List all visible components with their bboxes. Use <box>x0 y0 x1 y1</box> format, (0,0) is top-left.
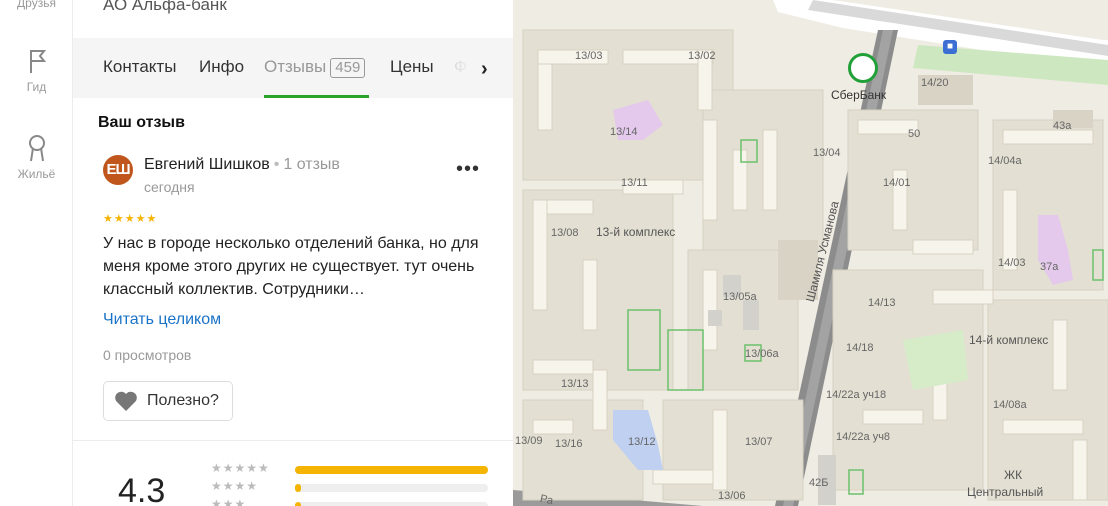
avatar[interactable]: ЕШ <box>103 155 133 185</box>
distribution-stars: ★★★ <box>211 497 247 506</box>
key-icon <box>28 135 45 162</box>
rating-distribution-row: ★★★ <box>211 497 501 506</box>
org-name: АО Альфа-банк <box>103 0 227 14</box>
map-label: 14/03 <box>998 257 1026 269</box>
map-label: 13/06 <box>718 490 746 502</box>
rating-distribution-row: ★★★★ <box>211 479 501 495</box>
map-label: 13/11 <box>621 177 648 189</box>
distribution-bar-fill <box>295 484 301 492</box>
map-label: 13/16 <box>555 438 583 450</box>
rail-item-guide[interactable]: Гид <box>0 46 73 94</box>
sberbank-logo-icon[interactable] <box>848 53 878 83</box>
distribution-bar <box>295 502 488 506</box>
read-full-link[interactable]: Читать целиком <box>103 311 221 329</box>
rail-item-friends[interactable]: Друзья <box>0 0 73 10</box>
map-label: Ра <box>538 492 555 506</box>
rating-score: 4.3 <box>118 472 166 506</box>
map-label: 13/13 <box>561 378 589 390</box>
map-label: 14/13 <box>868 297 896 309</box>
distribution-stars: ★★★★ <box>211 479 259 493</box>
org-panel: АО Альфа-банк Контакты Инфо Отзывы 459 Це… <box>73 0 513 506</box>
author-separator: • <box>273 156 280 173</box>
author-name[interactable]: Евгений Шишков <box>144 156 270 173</box>
map-canvas <box>513 0 1108 506</box>
rail-item-housing[interactable]: Жильё <box>0 133 73 181</box>
map-label: 42Б <box>809 477 829 489</box>
map-label-zhk: ЖК <box>1004 468 1023 482</box>
rail-guide-label: Гид <box>26 80 47 94</box>
useful-button[interactable]: Полезно? <box>103 381 233 421</box>
left-rail: Друзья Гид Жильё <box>0 0 73 506</box>
rail-housing-label: Жильё <box>17 167 56 181</box>
tab-info[interactable]: Инфо <box>199 57 244 77</box>
map-label: 50 <box>908 128 921 140</box>
review-views: 0 просмотров <box>103 347 192 363</box>
rail-friends-label: Друзья <box>17 0 56 10</box>
author-review-count: 1 отзыв <box>283 156 340 173</box>
distribution-stars: ★★★★★ <box>211 461 270 475</box>
your-review-heading: Ваш отзыв <box>98 114 185 131</box>
review-stars: ★★★★★ <box>103 213 158 225</box>
map-label-complex-14: 14-й комплекс <box>969 333 1049 347</box>
map-label: 13/12 <box>628 436 656 448</box>
distribution-bar-fill <box>295 502 301 506</box>
map-label: 14/22а уч18 <box>826 389 887 401</box>
tab-contacts[interactable]: Контакты <box>103 57 176 77</box>
map[interactable]: ■ 13/03 13/02 СберБанк 14/20 13/14 50 43… <box>513 0 1108 506</box>
map-label: 13/09 <box>515 435 543 447</box>
map-label: 13/14 <box>610 126 638 138</box>
flag-icon <box>29 50 46 73</box>
tab-reviews[interactable]: Отзывы 459 <box>264 57 366 78</box>
map-label: 14/01 <box>883 177 911 189</box>
map-label: 37а <box>1040 261 1059 273</box>
active-tab-indicator <box>264 95 369 98</box>
map-label: 13/05а <box>723 291 757 303</box>
map-label: 13/08 <box>551 227 579 239</box>
tabs-bar: Контакты Инфо Отзывы459 Цены Ф › <box>73 38 513 98</box>
heart-icon <box>115 391 137 411</box>
useful-label: Полезно? <box>147 392 219 409</box>
tab-reviews-label: Отзывы <box>264 57 327 76</box>
map-label-complex-13: 13-й комплекс <box>596 225 676 239</box>
map-label: 14/22а уч8 <box>836 431 891 443</box>
map-label: 13/03 <box>575 50 603 62</box>
distribution-bar <box>295 484 488 492</box>
map-label: 13/07 <box>745 436 773 448</box>
review-text: У нас в городе несколько отделений банка… <box>103 235 479 298</box>
tab-reviews-count: 459 <box>330 58 366 78</box>
tabs-fade <box>433 38 473 98</box>
map-label: 13/04 <box>813 147 841 159</box>
map-label: 13/02 <box>688 50 716 62</box>
distribution-bar-fill <box>295 466 488 474</box>
map-label: 13/06а <box>745 348 779 360</box>
chevron-right-icon[interactable]: › <box>481 58 488 81</box>
map-label: 14/08а <box>993 399 1027 411</box>
more-options-icon[interactable]: ••• <box>456 158 480 181</box>
map-label-sberbank[interactable]: СберБанк <box>831 88 886 102</box>
map-label: 14/18 <box>846 342 874 354</box>
map-label: 14/04а <box>988 155 1022 167</box>
map-label: 43а <box>1053 120 1072 132</box>
tab-prices[interactable]: Цены <box>390 57 434 77</box>
section-divider <box>73 440 513 441</box>
map-label: 14/20 <box>921 77 949 89</box>
distribution-bar <box>295 466 488 474</box>
rating-distribution-row: ★★★★★ <box>211 461 501 477</box>
review-date: сегодня <box>144 179 195 195</box>
map-label-zhk-name: Центральный <box>967 485 1044 499</box>
bus-stop-icon[interactable]: ■ <box>943 40 957 54</box>
review-author-line: Евгений Шишков • 1 отзыв <box>144 156 340 174</box>
